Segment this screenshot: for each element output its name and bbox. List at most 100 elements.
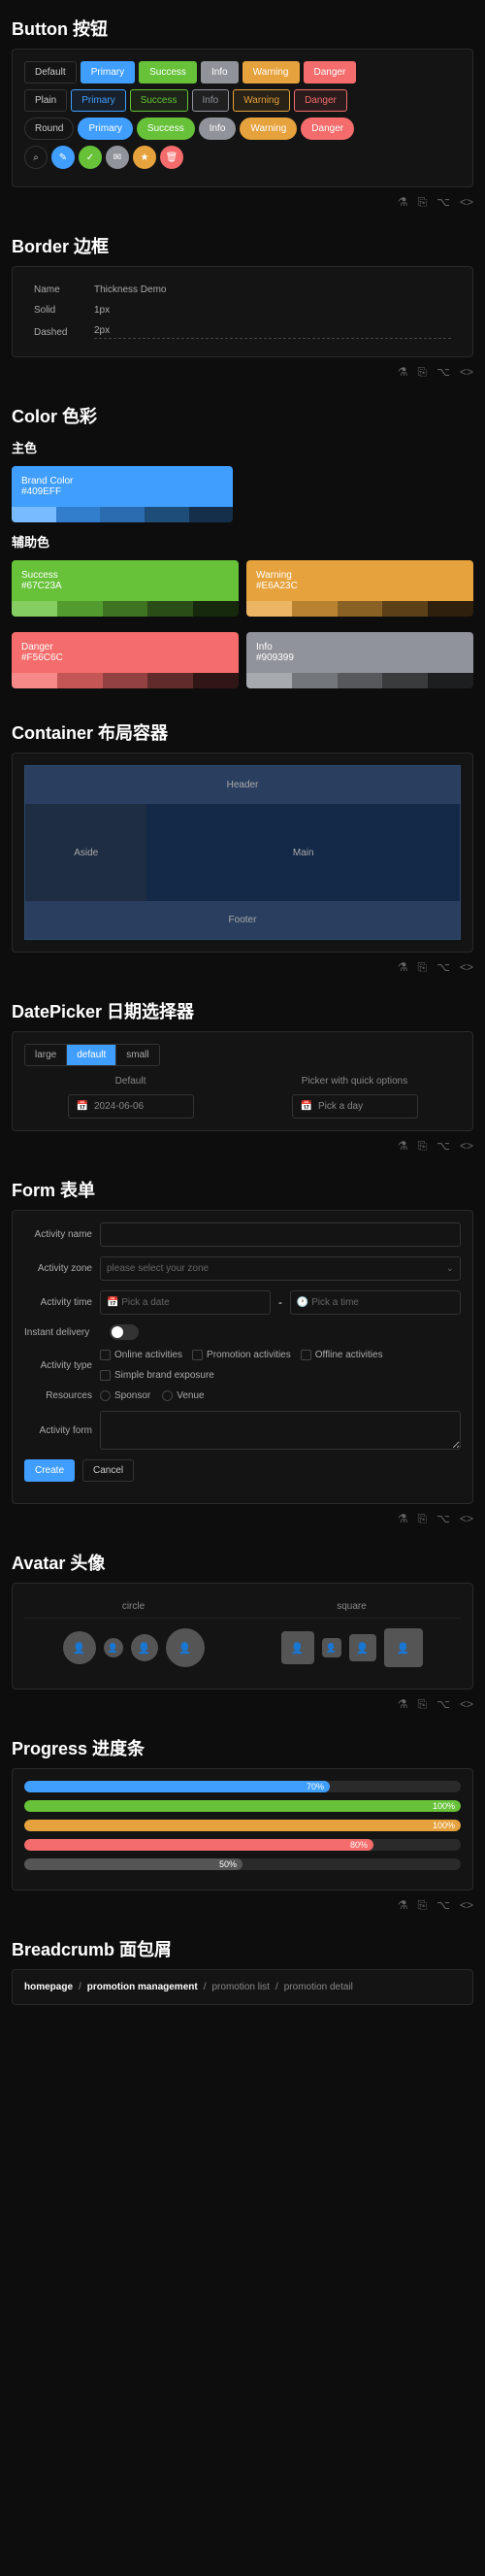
- copy-icon[interactable]: ⎘: [418, 960, 428, 975]
- github-icon[interactable]: ⌥: [436, 365, 450, 380]
- breadcrumb-item[interactable]: homepage: [24, 1982, 73, 1992]
- activity-date-input[interactable]: 📅 Pick a date: [100, 1290, 271, 1315]
- breadcrumb-item[interactable]: promotion list: [211, 1982, 269, 1992]
- breadcrumb-item[interactable]: promotion management: [87, 1982, 198, 1992]
- activity-name-input[interactable]: [100, 1222, 461, 1247]
- avatar-circle-lg: 👤: [63, 1631, 96, 1664]
- btn-round-primary[interactable]: Primary: [78, 117, 132, 140]
- btn-circle-star[interactable]: ★: [133, 146, 156, 169]
- avatar-square-xl: 👤: [384, 1628, 423, 1667]
- color-aux-label: 辅助色: [12, 532, 473, 551]
- palette-danger: Danger#F56C6C: [12, 632, 239, 688]
- checkbox-promotion[interactable]: Promotion activities: [192, 1350, 291, 1360]
- radio-sponsor[interactable]: Sponsor: [100, 1390, 150, 1401]
- btn-success[interactable]: Success: [139, 61, 197, 84]
- flask-icon[interactable]: ⚗: [398, 1898, 408, 1913]
- btn-round-success[interactable]: Success: [137, 117, 195, 140]
- code-icon[interactable]: <>: [460, 1898, 473, 1913]
- table-row: Solid1px: [26, 301, 459, 319]
- flask-icon[interactable]: ⚗: [398, 1139, 408, 1154]
- copy-icon[interactable]: ⎘: [418, 1512, 428, 1526]
- btn-plain[interactable]: Plain: [24, 89, 67, 112]
- user-icon: 👤: [397, 1642, 410, 1655]
- activity-zone-select[interactable]: please select your zone⌄: [100, 1256, 461, 1281]
- datepicker-input-2[interactable]: 📅Pick a day: [292, 1094, 418, 1119]
- section-title-progress: Progress 进度条: [12, 1735, 473, 1760]
- btn-danger[interactable]: Danger: [304, 61, 357, 84]
- code-icon[interactable]: <>: [460, 1139, 473, 1154]
- copy-icon[interactable]: ⎘: [418, 365, 428, 380]
- form-card: Activity name Activity zoneplease select…: [12, 1210, 473, 1504]
- btn-round[interactable]: Round: [24, 117, 74, 140]
- section-title-button: Button 按钮: [12, 16, 473, 41]
- btn-round-info[interactable]: Info: [199, 117, 237, 140]
- code-icon[interactable]: <>: [460, 365, 473, 380]
- flask-icon[interactable]: ⚗: [398, 195, 408, 210]
- flask-icon[interactable]: ⚗: [398, 1697, 408, 1712]
- github-icon[interactable]: ⌥: [436, 960, 450, 975]
- btn-warning[interactable]: Warning: [242, 61, 300, 84]
- tab-default[interactable]: default: [67, 1045, 116, 1065]
- cancel-button[interactable]: Cancel: [82, 1459, 134, 1482]
- code-icon[interactable]: <>: [460, 1697, 473, 1712]
- github-icon[interactable]: ⌥: [436, 1139, 450, 1154]
- checkbox-online[interactable]: Online activities: [100, 1350, 182, 1360]
- container-main: Main: [146, 804, 460, 901]
- create-button[interactable]: Create: [24, 1459, 75, 1482]
- checkbox-simple[interactable]: Simple brand exposure: [100, 1370, 214, 1381]
- btn-round-danger[interactable]: Danger: [301, 117, 354, 140]
- copy-icon[interactable]: ⎘: [418, 1898, 428, 1913]
- calendar-icon: 📅: [301, 1101, 312, 1112]
- tab-large[interactable]: large: [25, 1045, 67, 1065]
- flask-icon[interactable]: ⚗: [398, 1512, 408, 1526]
- copy-icon[interactable]: ⎘: [418, 195, 428, 210]
- radio-venue[interactable]: Venue: [162, 1390, 204, 1401]
- progress-card: 70%100%100%80%50%: [12, 1768, 473, 1890]
- github-icon[interactable]: ⌥: [436, 195, 450, 210]
- edit-icon: ✎: [59, 152, 67, 163]
- avatar-square-lg: 👤: [281, 1631, 314, 1664]
- dp-col1-label: Default: [24, 1076, 237, 1087]
- avatar-circle-xl: 👤: [166, 1628, 205, 1667]
- delete-icon: 🗑: [166, 152, 178, 163]
- border-table: NameThickness Demo Solid1px Dashed2px: [24, 279, 461, 345]
- btn-info[interactable]: Info: [201, 61, 239, 84]
- checkbox-offline[interactable]: Offline activities: [301, 1350, 383, 1360]
- datepicker-input-1[interactable]: 📅2024-06-06: [68, 1094, 194, 1119]
- btn-circle-search[interactable]: ⌕: [24, 146, 48, 169]
- activity-time-input[interactable]: 🕐 Pick a time: [290, 1290, 461, 1315]
- code-icon[interactable]: <>: [460, 195, 473, 210]
- github-icon[interactable]: ⌥: [436, 1512, 450, 1526]
- user-icon: 👤: [138, 1642, 151, 1655]
- btn-plain-danger[interactable]: Danger: [294, 89, 347, 112]
- btn-plain-info[interactable]: Info: [192, 89, 230, 112]
- border-card: NameThickness Demo Solid1px Dashed2px: [12, 266, 473, 357]
- avatar-square-md: 👤: [349, 1634, 376, 1661]
- btn-circle-check[interactable]: ✓: [79, 146, 102, 169]
- github-icon[interactable]: ⌥: [436, 1898, 450, 1913]
- btn-default[interactable]: Default: [24, 61, 77, 84]
- table-row: Dashed2px: [26, 321, 459, 343]
- tab-small[interactable]: small: [116, 1045, 158, 1065]
- github-icon[interactable]: ⌥: [436, 1697, 450, 1712]
- activity-form-textarea[interactable]: [100, 1411, 461, 1450]
- flask-icon[interactable]: ⚗: [398, 365, 408, 380]
- btn-plain-primary[interactable]: Primary: [71, 89, 125, 112]
- copy-icon[interactable]: ⎘: [418, 1139, 428, 1154]
- table-row: NameThickness Demo: [26, 281, 459, 299]
- copy-icon[interactable]: ⎘: [418, 1697, 428, 1712]
- btn-plain-warning[interactable]: Warning: [233, 89, 290, 112]
- btn-circle-message[interactable]: ✉: [106, 146, 129, 169]
- code-icon[interactable]: <>: [460, 960, 473, 975]
- progress-bar: 100%: [24, 1800, 461, 1812]
- user-icon: 👤: [108, 1643, 118, 1654]
- btn-primary[interactable]: Primary: [81, 61, 135, 84]
- code-icon[interactable]: <>: [460, 1512, 473, 1526]
- btn-circle-edit[interactable]: ✎: [51, 146, 75, 169]
- btn-plain-success[interactable]: Success: [130, 89, 188, 112]
- btn-round-warning[interactable]: Warning: [240, 117, 297, 140]
- instant-delivery-switch[interactable]: [110, 1324, 139, 1340]
- container-card: Header AsideMain Footer: [12, 753, 473, 953]
- flask-icon[interactable]: ⚗: [398, 960, 408, 975]
- btn-circle-delete[interactable]: 🗑: [160, 146, 183, 169]
